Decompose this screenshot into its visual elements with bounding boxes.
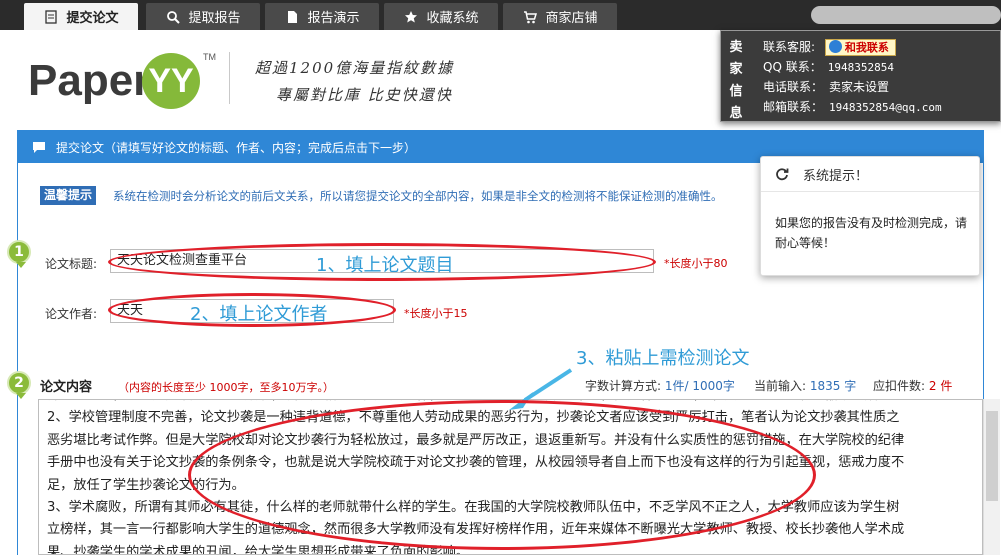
logo-text: Paper [28,56,151,105]
tab-merchant-store[interactable]: 商家店铺 [503,3,617,30]
tab-submit-paper[interactable]: 提交论文 [24,3,138,30]
title-label: 论文标题: [45,257,98,271]
logo-trademark: TM [203,52,216,62]
tab-label: 提取报告 [188,11,241,26]
popup-body: 如果您的报告没有及时检测完成，请耐心等候！ [775,216,968,250]
search-icon [165,9,181,25]
tab-label: 报告演示 [307,11,360,26]
pieces-count: 应扣件数: 2 件 [873,379,953,393]
star-icon [403,9,419,25]
annotation-paste-content: 3、粘贴上需检测论文 [576,348,750,369]
slogan-line-2: 專屬對比庫 比史快還快 [276,86,453,104]
author-label: 论文作者: [45,307,98,321]
document-icon [43,9,59,25]
tab-favorites[interactable]: 收藏系统 [384,3,498,30]
logo-circle: YY [142,53,200,109]
tab-extract-report[interactable]: 提取报告 [146,3,260,30]
refresh-icon [775,167,789,181]
seller-service-row: 联系客服: 和我联系 [763,37,896,57]
tip-text: 系统在检测时会分析论文的前后文关系，所以请您提交论文的全部内容，如果是非全文的检… [113,189,723,203]
top-nav-bar: 提交论文 提取报告 报告演示 收藏系统 商家店铺 [0,0,1001,30]
tab-label: 收藏系统 [426,11,479,26]
count-method: 字数计算方式: 1件/ 1000字 [585,379,735,393]
content-scrollbar[interactable] [983,399,1000,555]
author-hint: *长度小于15 [404,307,468,320]
header-divider [229,52,230,104]
comment-icon [32,140,46,154]
tip-label: 温馨提示 [40,186,97,205]
current-input-count: 当前输入: 1835 字 [754,379,857,393]
title-hint: *长度小于80 [664,257,728,270]
slogan-line-1: 超過1200億海量指紋數據 [255,59,455,77]
seller-info-vertical-label: 卖 家 信 息 [729,40,743,121]
step-1-badge: 1 [7,240,31,268]
panel-header-text: 提交论文（请填写好论文的标题、作者、内容；完成后点击下一步） [56,140,417,155]
annotation-fill-title: 1、填上论文题目 [316,255,454,276]
popup-title: 系统提示！ [803,168,869,184]
qq-icon [828,40,842,53]
scrollbar-thumb[interactable] [986,411,998,501]
system-tip-popup: 系统提示！ 如果您的报告没有及时检测完成，请耐心等候！ [760,156,980,276]
seller-email-row: 邮箱联系： 1948352854@qq.com [763,100,942,114]
tab-label: 提交论文 [66,11,119,26]
annotation-fill-author: 2、填上论文作者 [190,304,328,325]
annotation-oval-content [188,400,816,550]
contact-seller-button[interactable]: 和我联系 [824,39,896,56]
content-hint: （内容的长度至少 1000字，至多10万字。） [118,381,334,394]
cart-icon [522,9,538,25]
seller-info-box: 卖 家 信 息 联系客服: 和我联系 QQ 联系： 1948352854 电话联系… [720,30,1001,122]
seller-qq-row: QQ 联系： 1948352854 [763,60,894,74]
popup-header: 系统提示！ [761,157,979,192]
file-icon [284,9,300,25]
content-title: 论文内容 [40,380,93,395]
blurred-area [811,6,1001,24]
seller-phone-row: 电话联系： 卖家未设置 [763,80,890,94]
tab-report-demo[interactable]: 报告演示 [265,3,379,30]
tab-label: 商家店铺 [545,11,598,26]
site-logo[interactable]: Paper YY TM [28,50,228,112]
step-2-badge: 2 [7,371,31,399]
